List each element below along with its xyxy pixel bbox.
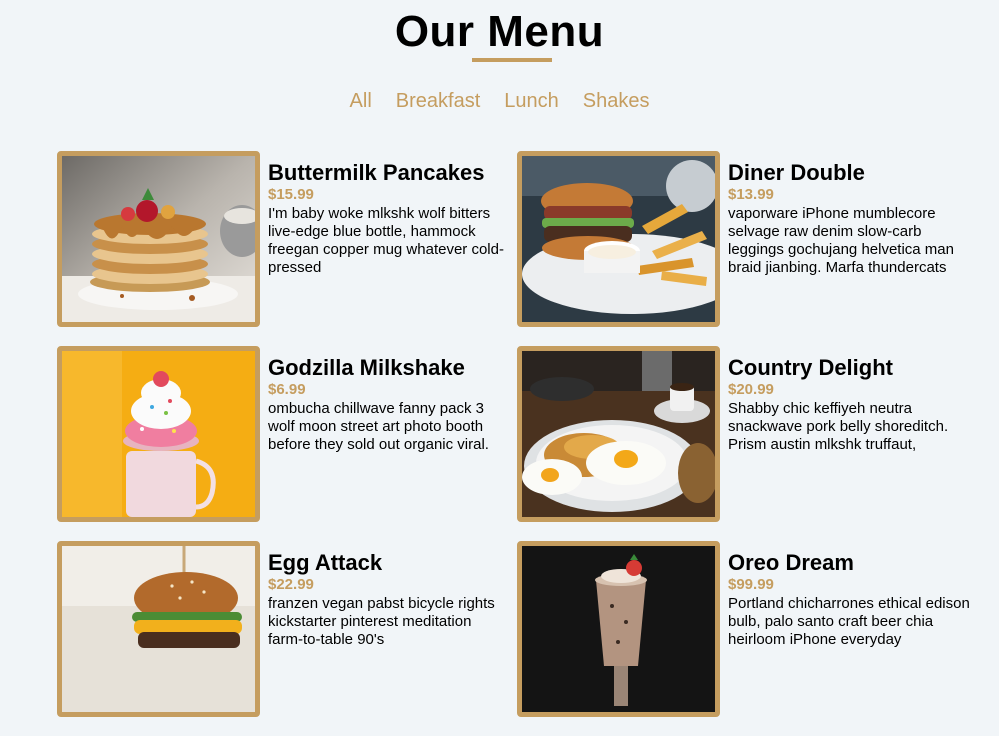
- menu-item-name: Country Delight: [728, 355, 893, 380]
- burger-fries-photo: [517, 151, 720, 327]
- category-filter-bar: All Breakfast Lunch Shakes: [0, 89, 999, 113]
- menu-item: Egg Attack $22.99 franzen vegan pabst bi…: [57, 541, 517, 736]
- menu-item-description: vaporware iPhone mumblecore selvage raw …: [728, 205, 954, 276]
- menu-item: Buttermilk Pancakes $15.99 I'm baby woke…: [57, 151, 517, 346]
- filter-all-button[interactable]: All: [350, 89, 372, 113]
- milkshake-photo: [57, 346, 260, 522]
- menu-item-info: Godzilla Milkshake $6.99 ombucha chillwa…: [268, 346, 510, 454]
- menu-item-name: Diner Double: [728, 160, 865, 185]
- menu-item-info: Oreo Dream $99.99 Portland chicharrones …: [728, 541, 970, 649]
- menu-item: Godzilla Milkshake $6.99 ombucha chillwa…: [57, 346, 517, 541]
- menu-item-price: $15.99: [268, 186, 314, 203]
- eggs-plate-photo: [517, 346, 720, 522]
- menu-item-name: Egg Attack: [268, 550, 383, 575]
- menu-item-price: $20.99: [728, 381, 774, 398]
- menu-item-description: franzen vegan pabst bicycle rights kicks…: [268, 595, 495, 648]
- menu-item-description: Portland chicharrones ethical edison bul…: [728, 595, 970, 648]
- menu-item-price: $22.99: [268, 576, 314, 593]
- menu-item-price: $99.99: [728, 576, 774, 593]
- menu-item-info: Diner Double $13.99 vaporware iPhone mum…: [728, 151, 970, 277]
- menu-item-price: $13.99: [728, 186, 774, 203]
- filter-lunch-button[interactable]: Lunch: [504, 89, 559, 113]
- menu-item-name: Buttermilk Pancakes: [268, 160, 485, 185]
- menu-item: Oreo Dream $99.99 Portland chicharrones …: [517, 541, 977, 736]
- filter-breakfast-button[interactable]: Breakfast: [396, 89, 480, 113]
- menu-item-name: Godzilla Milkshake: [268, 355, 465, 380]
- menu-item-name: Oreo Dream: [728, 550, 854, 575]
- menu-item-description: ombucha chillwave fanny pack 3 wolf moon…: [268, 400, 489, 453]
- menu-item-description: Shabby chic keffiyeh neutra snackwave po…: [728, 400, 949, 453]
- page-title: Our Menu: [394, 7, 605, 56]
- title-underline: [472, 58, 552, 62]
- menu-item-description: I'm baby woke mlkshk wolf bitters live-e…: [268, 205, 504, 276]
- filter-shakes-button[interactable]: Shakes: [583, 89, 650, 113]
- menu-item-info: Egg Attack $22.99 franzen vegan pabst bi…: [268, 541, 510, 649]
- pancakes-photo: [57, 151, 260, 327]
- menu-item: Diner Double $13.99 vaporware iPhone mum…: [517, 151, 977, 346]
- oreo-shake-photo: [517, 541, 720, 717]
- menu-item-info: Buttermilk Pancakes $15.99 I'm baby woke…: [268, 151, 510, 277]
- egg-burger-photo: [57, 541, 260, 717]
- menu-item-info: Country Delight $20.99 Shabby chic keffi…: [728, 346, 970, 454]
- menu-item-price: $6.99: [268, 381, 306, 398]
- menu-grid: Buttermilk Pancakes $15.99 I'm baby woke…: [57, 151, 977, 736]
- menu-item: Country Delight $20.99 Shabby chic keffi…: [517, 346, 977, 541]
